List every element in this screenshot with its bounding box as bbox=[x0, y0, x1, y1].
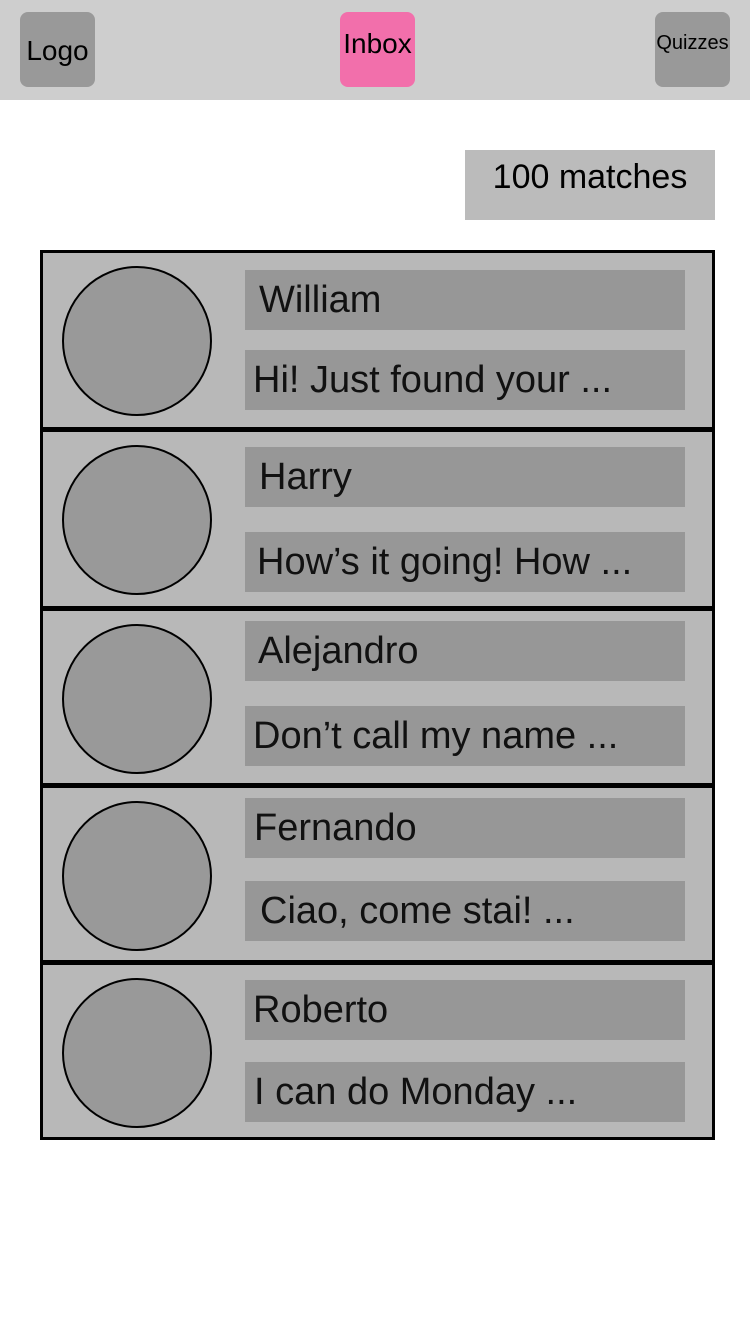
conversation-row[interactable]: Alejandro Don’t call my name ... bbox=[40, 606, 715, 786]
avatar[interactable] bbox=[62, 445, 212, 595]
quizzes-tab[interactable]: Quizzes bbox=[655, 12, 730, 87]
top-nav-bar: Logo Inbox Quizzes bbox=[0, 0, 750, 100]
avatar[interactable] bbox=[62, 801, 212, 951]
avatar[interactable] bbox=[62, 624, 212, 774]
contact-name: Fernando bbox=[245, 798, 685, 858]
conversation-row[interactable]: Roberto I can do Monday ... bbox=[40, 960, 715, 1140]
conversation-row[interactable]: Harry How’s it going! How ... bbox=[40, 427, 715, 609]
logo-button[interactable]: Logo bbox=[20, 12, 95, 87]
logo-label: Logo bbox=[26, 34, 89, 66]
contact-name: Roberto bbox=[245, 980, 685, 1040]
quizzes-label: Quizzes bbox=[656, 32, 729, 54]
inbox-tab[interactable]: Inbox bbox=[340, 12, 415, 87]
inbox-label: Inbox bbox=[343, 28, 412, 59]
avatar[interactable] bbox=[62, 978, 212, 1128]
message-preview: How’s it going! How ... bbox=[245, 532, 685, 592]
conversation-list: William Hi! Just found your ... Harry Ho… bbox=[40, 250, 715, 1140]
message-preview: Hi! Just found your ... bbox=[245, 350, 685, 410]
contact-name: William bbox=[245, 270, 685, 330]
message-preview: Don’t call my name ... bbox=[245, 706, 685, 766]
matches-count-badge: 100 matches bbox=[465, 150, 715, 220]
avatar[interactable] bbox=[62, 266, 212, 416]
message-preview: Ciao, come stai! ... bbox=[245, 881, 685, 941]
contact-name: Alejandro bbox=[245, 621, 685, 681]
conversation-row[interactable]: Fernando Ciao, come stai! ... bbox=[40, 783, 715, 963]
matches-count-label: 100 matches bbox=[492, 158, 688, 196]
contact-name: Harry bbox=[245, 447, 685, 507]
conversation-row[interactable]: William Hi! Just found your ... bbox=[40, 250, 715, 430]
message-preview: I can do Monday ... bbox=[245, 1062, 685, 1122]
